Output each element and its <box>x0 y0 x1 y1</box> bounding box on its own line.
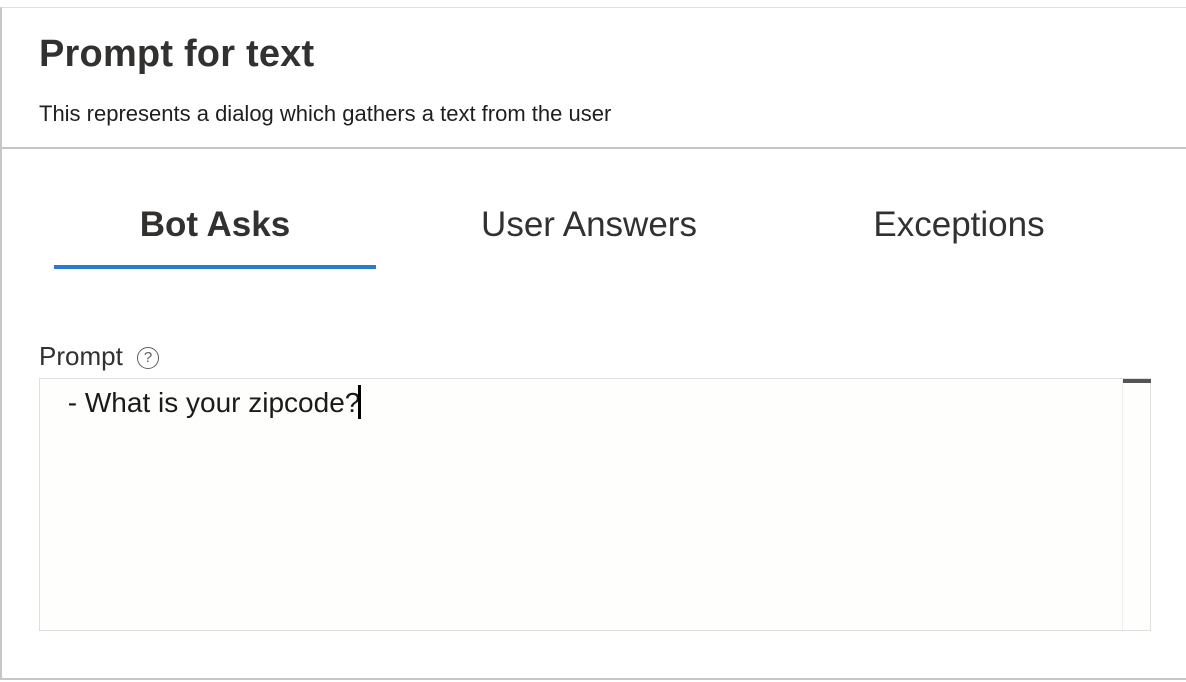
dialog-header: Prompt for text This represents a dialog… <box>2 8 1186 149</box>
prompt-editor-text[interactable]: - What is your zipcode? <box>60 385 362 419</box>
tab-bot-asks[interactable]: Bot Asks <box>54 203 376 269</box>
editor-scrollbar[interactable] <box>1122 379 1151 630</box>
question-circle-icon[interactable]: ? <box>137 347 159 369</box>
text-caret <box>358 385 362 419</box>
tab-user-answers[interactable]: User Answers <box>429 203 749 269</box>
tab-bar: Bot Asks User Answers Exceptions <box>54 203 1164 273</box>
active-tab-indicator <box>54 265 376 269</box>
tab-exceptions[interactable]: Exceptions <box>794 203 1124 269</box>
prompt-editor[interactable]: - What is your zipcode? <box>39 378 1151 631</box>
prompt-value: - What is your zipcode? <box>60 387 361 418</box>
dialog-panel: Prompt for text This represents a dialog… <box>0 7 1186 680</box>
scrollbar-thumb[interactable] <box>1123 379 1151 383</box>
dialog-description: This represents a dialog which gathers a… <box>39 101 612 126</box>
dialog-title: Prompt for text <box>39 33 315 75</box>
prompt-label: Prompt <box>39 341 123 371</box>
